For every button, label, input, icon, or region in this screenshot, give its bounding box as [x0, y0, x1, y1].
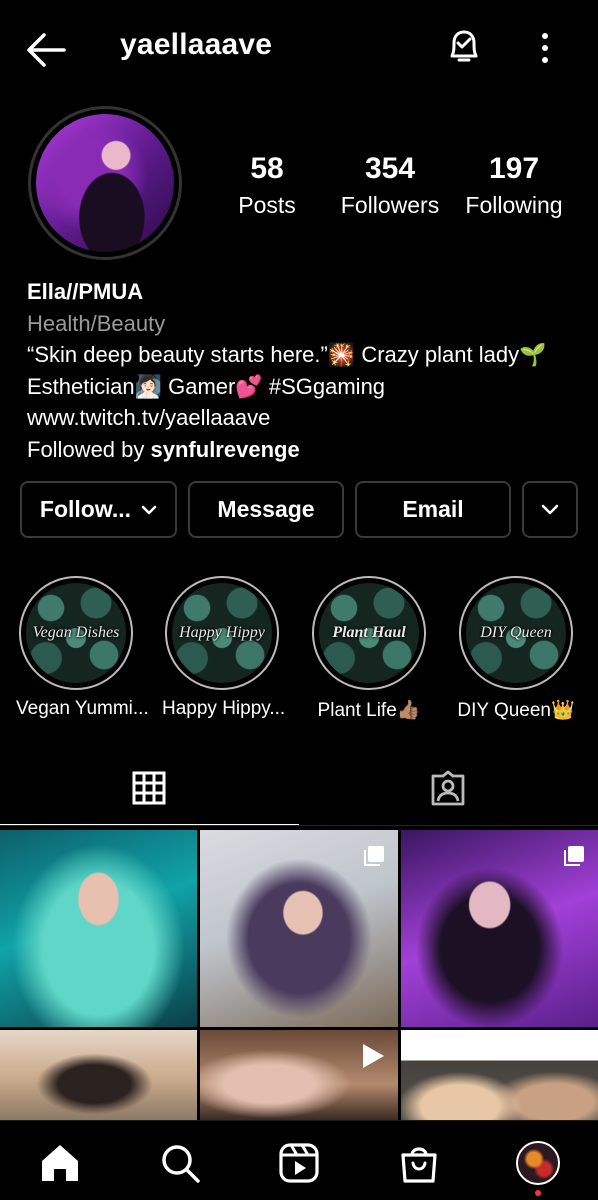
- stat-following[interactable]: 197 Following: [449, 152, 579, 219]
- follow-button-label: Follow...: [39, 496, 132, 522]
- stat-posts-label: Posts: [238, 192, 296, 218]
- profile-photo: [36, 114, 174, 252]
- post-thumbnail[interactable]: [200, 1030, 398, 1120]
- reels-icon[interactable]: [277, 1141, 321, 1185]
- home-icon[interactable]: [38, 1141, 82, 1185]
- highlight-cover: Happy Hippy: [172, 583, 272, 683]
- reel-play-icon: [363, 1044, 384, 1068]
- notification-dot: [535, 1190, 541, 1196]
- stat-posts[interactable]: 58 Posts: [202, 152, 332, 219]
- post-thumbnail[interactable]: [0, 830, 197, 1027]
- highlight-ring: Plant Haul: [312, 576, 426, 690]
- profile-username-title: yaellaaave: [120, 28, 273, 61]
- shop-bag-icon[interactable]: [397, 1141, 441, 1185]
- profile-avatar[interactable]: [28, 106, 182, 260]
- chevron-down-icon: [141, 505, 157, 514]
- followed-by-user[interactable]: synfulrevenge: [151, 437, 300, 462]
- stat-following-label: Following: [465, 192, 563, 218]
- stat-followers-label: Followers: [340, 192, 440, 218]
- highlight-label: Plant Life👍🏽: [317, 700, 421, 721]
- highlight-cover-text: Happy Hippy: [179, 624, 265, 641]
- profile-category: Health/Beauty: [27, 310, 166, 336]
- highlight-cover: DIY Queen: [466, 583, 566, 683]
- highlight-cover: Vegan Dishes: [26, 583, 126, 683]
- message-button[interactable]: Message: [188, 481, 344, 538]
- multiple-photos-icon: [364, 846, 384, 866]
- profile-avatar-icon[interactable]: [516, 1141, 560, 1185]
- email-button-label: Email: [402, 496, 464, 522]
- grid-icon: [132, 771, 166, 805]
- highlight-plant-life[interactable]: Plant Haul Plant Life👍🏽: [309, 576, 429, 722]
- stat-following-count: 197: [488, 152, 540, 185]
- bell-check-icon[interactable]: [444, 26, 484, 68]
- stat-posts-count: 58: [250, 152, 284, 185]
- follow-button[interactable]: Follow...: [20, 481, 177, 538]
- message-button-label: Message: [217, 496, 315, 522]
- followed-by-prefix: Followed by: [27, 436, 151, 462]
- highlight-label: Vegan Yummi...: [16, 698, 149, 719]
- highlight-cover-text: Vegan Dishes: [32, 624, 120, 641]
- highlight-ring: Happy Hippy: [165, 576, 279, 690]
- suggested-accounts-button[interactable]: [522, 481, 578, 538]
- post-thumbnail[interactable]: [0, 1030, 197, 1120]
- highlight-label: DIY Queen👑: [457, 700, 575, 721]
- tagged-person-icon: [431, 770, 465, 806]
- bio-line-2: Esthetician🧖🏻‍♀️ Gamer💕 #SGgaming: [27, 373, 386, 399]
- highlight-cover-text: DIY Queen: [480, 624, 552, 641]
- followed-by: Followed by synfulrevenge: [27, 434, 546, 466]
- profile-name: Ella//PMUA: [27, 279, 144, 304]
- bio-line-1: “Skin deep beauty starts here.”🎇 Crazy p…: [27, 342, 547, 367]
- highlight-label: Happy Hippy...: [162, 698, 286, 719]
- post-thumbnail[interactable]: [401, 1030, 598, 1120]
- post-thumbnail[interactable]: [200, 830, 398, 1027]
- arrow-left-icon[interactable]: [24, 30, 68, 70]
- chevron-down-icon: [541, 504, 559, 514]
- highlight-ring: Vegan Dishes: [19, 576, 133, 690]
- profile-bio: Ella//PMUA Health/Beauty “Skin deep beau…: [27, 276, 546, 465]
- highlight-ring: DIY Queen: [459, 576, 573, 690]
- highlight-diy-queen[interactable]: DIY Queen DIY Queen👑: [456, 576, 576, 722]
- tab-divider: [0, 825, 598, 826]
- email-button[interactable]: Email: [355, 481, 511, 538]
- stat-followers[interactable]: 354 Followers: [325, 152, 455, 219]
- multiple-photos-icon: [564, 846, 584, 866]
- search-icon[interactable]: [158, 1141, 202, 1185]
- tab-posts-grid[interactable]: [0, 756, 299, 826]
- stat-followers-count: 354: [364, 152, 416, 185]
- bio-link[interactable]: www.twitch.tv/yaellaaave: [27, 402, 546, 434]
- top-bar: yaellaaave: [0, 0, 598, 100]
- highlight-vegan[interactable]: Vegan Dishes Vegan Yummi...: [16, 576, 149, 720]
- highlight-cover: Plant Haul: [319, 583, 419, 683]
- more-vertical-icon[interactable]: [530, 30, 560, 66]
- post-thumbnail[interactable]: [401, 830, 598, 1027]
- highlight-happy-hippy[interactable]: Happy Hippy Happy Hippy...: [162, 576, 286, 720]
- highlight-cover-text: Plant Haul: [332, 624, 406, 641]
- tab-tagged[interactable]: [299, 756, 598, 826]
- bottom-navigation: [0, 1120, 598, 1200]
